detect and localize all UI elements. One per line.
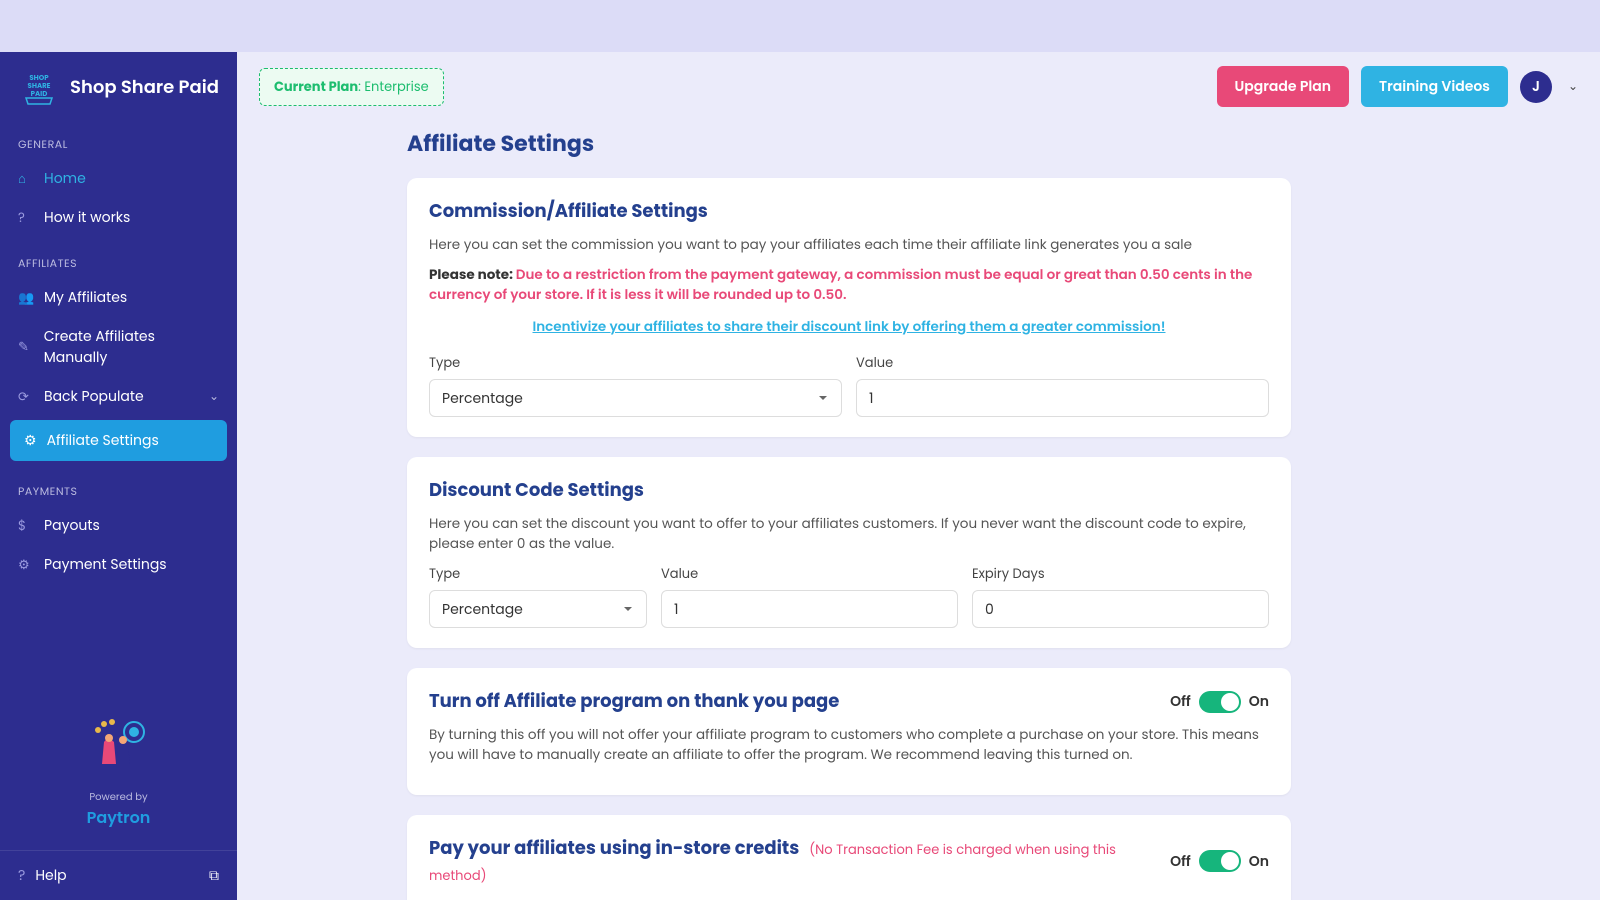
upgrade-plan-button[interactable]: Upgrade Plan — [1217, 66, 1350, 107]
thankyou-toggle[interactable] — [1199, 691, 1241, 713]
powered-by-label: Powered by — [0, 789, 237, 805]
help-icon: ? — [18, 865, 25, 886]
thankyou-desc: By turning this off you will not offer y… — [429, 725, 1269, 765]
dollar-icon: $ — [18, 516, 34, 536]
discount-settings-card: Discount Code Settings Here you can set … — [407, 457, 1291, 648]
sidebar: SHOPSHAREPAID Shop Share Paid GENERAL ⌂H… — [0, 52, 237, 900]
refresh-icon: ⟳ — [18, 387, 34, 407]
commission-settings-card: Commission/Affiliate Settings Here you c… — [407, 178, 1291, 437]
nav-how-it-works[interactable]: ?How it works — [0, 198, 237, 237]
paytron-brand: Paytron — [0, 805, 237, 830]
nav-payment-settings[interactable]: ⚙Payment Settings — [0, 545, 237, 584]
nav-group-general: GENERAL — [0, 118, 237, 159]
content: Affiliate Settings Commission/Affiliate … — [237, 121, 1337, 900]
main-area: Current Plan: Enterprise Upgrade Plan Tr… — [237, 52, 1600, 900]
current-plan-badge: Current Plan: Enterprise — [259, 68, 444, 106]
discount-value-label: Value — [661, 564, 958, 584]
sidebar-footer: Powered by Paytron ?Help⧉ — [0, 704, 237, 900]
help-link[interactable]: ?Help⧉ — [0, 850, 237, 900]
nav-back-populate[interactable]: ⟳Back Populate⌄ — [0, 377, 237, 416]
chevron-down-icon: ⌄ — [209, 388, 219, 406]
nav-affiliate-settings[interactable]: ⚙Affiliate Settings — [10, 420, 227, 461]
nav-group-affiliates: AFFILIATES — [0, 237, 237, 278]
edit-icon: ✎ — [18, 337, 34, 357]
page-title: Affiliate Settings — [407, 127, 1291, 160]
commission-type-select[interactable]: Percentage — [429, 379, 842, 417]
commission-note: Please note: Due to a restriction from t… — [429, 265, 1269, 305]
commission-type-label: Type — [429, 353, 842, 373]
external-link-icon: ⧉ — [209, 865, 219, 886]
commission-value-input[interactable] — [856, 379, 1269, 417]
user-avatar[interactable]: J — [1520, 71, 1552, 103]
illustration-icon — [84, 714, 154, 774]
gear-icon: ⚙ — [18, 555, 34, 575]
discount-value-input[interactable] — [661, 590, 958, 628]
off-label: Off — [1170, 691, 1191, 712]
on-label: On — [1249, 851, 1269, 872]
discount-title: Discount Code Settings — [429, 477, 1269, 504]
cog-icon: ⚙ — [24, 430, 37, 451]
chevron-down-icon[interactable]: ⌄ — [1568, 78, 1578, 96]
incentive-link[interactable]: Incentivize your affiliates to share the… — [429, 317, 1269, 337]
app-logo-icon: SHOPSHAREPAID — [18, 66, 60, 108]
training-videos-button[interactable]: Training Videos — [1361, 66, 1508, 107]
on-label: On — [1249, 691, 1269, 712]
commission-desc: Here you can set the commission you want… — [429, 235, 1269, 255]
commission-value-label: Value — [856, 353, 1269, 373]
home-icon: ⌂ — [18, 169, 34, 189]
users-icon: 👥 — [18, 288, 34, 308]
discount-expiry-label: Expiry Days — [972, 564, 1269, 584]
question-icon: ? — [18, 208, 34, 228]
nav-payouts[interactable]: $Payouts — [0, 506, 237, 545]
thankyou-title: Turn off Affiliate program on thank you … — [429, 688, 839, 715]
pay-credits-toggle[interactable] — [1199, 850, 1241, 872]
discount-desc: Here you can set the discount you want t… — [429, 514, 1269, 554]
pay-method-card: Pay your affiliates using in-store credi… — [407, 815, 1291, 900]
discount-type-select[interactable]: Percentage — [429, 590, 647, 628]
discount-expiry-input[interactable] — [972, 590, 1269, 628]
logo-section: SHOPSHAREPAID Shop Share Paid — [0, 52, 237, 118]
topbar: Current Plan: Enterprise Upgrade Plan Tr… — [237, 52, 1600, 121]
commission-title: Commission/Affiliate Settings — [429, 198, 1269, 225]
nav-create-affiliates[interactable]: ✎Create Affiliates Manually — [0, 317, 237, 377]
nav-my-affiliates[interactable]: 👥My Affiliates — [0, 278, 237, 317]
pay-credits-title: Pay your affiliates using in-store credi… — [429, 836, 799, 861]
app-name: Shop Share Paid — [70, 74, 219, 101]
thankyou-toggle-card: Turn off Affiliate program on thank you … — [407, 668, 1291, 795]
nav-group-payments: PAYMENTS — [0, 465, 237, 506]
nav-home[interactable]: ⌂Home — [0, 159, 237, 198]
off-label: Off — [1170, 851, 1191, 872]
discount-type-label: Type — [429, 564, 647, 584]
